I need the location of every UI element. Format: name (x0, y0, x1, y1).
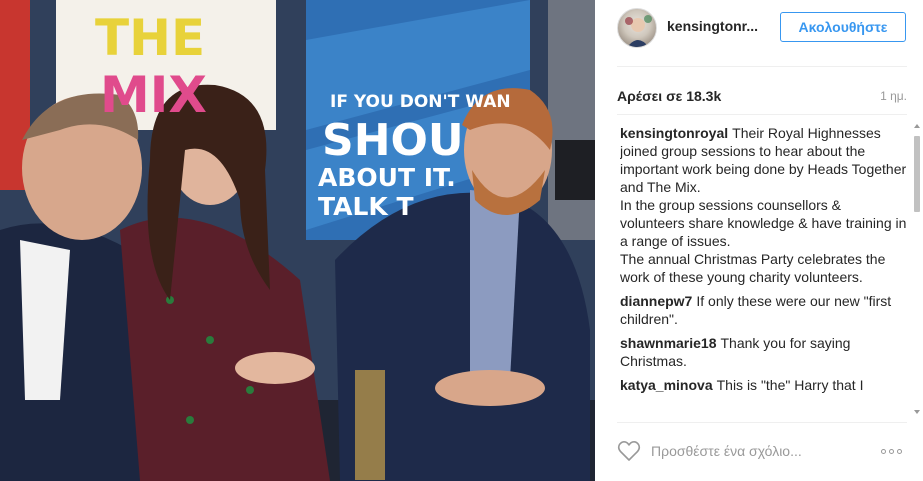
dot (889, 448, 894, 454)
list-item: diannepw7 If only these were our new "fir… (620, 292, 908, 328)
post-photo[interactable]: THE MIX IF YOU DON'T WAN SHOU ABOUT IT. … (0, 0, 595, 481)
post-author-username[interactable]: kensingtonr... (667, 18, 758, 34)
dot (897, 448, 902, 454)
comment-input[interactable] (651, 440, 871, 462)
dot (881, 448, 886, 454)
poster-left-line2: MIX (100, 66, 207, 124)
photo-scene: THE MIX IF YOU DON'T WAN SHOU ABOUT IT. … (0, 0, 595, 481)
avatar[interactable] (617, 8, 657, 48)
stats-divider (617, 114, 907, 115)
follow-button[interactable]: Ακολουθήστε (780, 12, 906, 42)
poster-right-line1: IF YOU DON'T WAN (330, 92, 511, 112)
comments-scrollbar[interactable] (914, 124, 920, 414)
header-divider (617, 66, 907, 67)
post-panel: kensingtonr... Ακολουθήστε Αρέσει σε 18.… (595, 0, 923, 481)
poster-right-line4: TALK T (318, 192, 414, 221)
comment-username[interactable]: diannepw7 (620, 293, 692, 309)
comment-username[interactable]: katya_minova (620, 377, 713, 393)
ellipsis-icon[interactable] (881, 442, 907, 460)
comments-list[interactable]: kensingtonroyal Their Royal Highnesses jo… (620, 124, 908, 416)
poster-right-line2: SHOU (322, 115, 464, 166)
comment-text: Their Royal Highnesses joined group sess… (620, 125, 907, 285)
comment-username[interactable]: kensingtonroyal (620, 125, 728, 141)
list-item: katya_minova This is "the" Harry that I (620, 376, 908, 394)
caption: kensingtonroyal Their Royal Highnesses jo… (620, 124, 908, 286)
poster-left-line1: THE (95, 9, 205, 67)
scroll-down-icon[interactable] (914, 410, 920, 414)
comment-text: This is "the" Harry that I (716, 377, 864, 393)
scroll-up-icon[interactable] (914, 124, 920, 128)
comment-username[interactable]: shawnmarie18 (620, 335, 717, 351)
likes-count[interactable]: Αρέσει σε 18.3k (617, 88, 721, 104)
post-timestamp[interactable]: 1 ημ. (880, 89, 907, 103)
footer-divider (617, 422, 907, 423)
scroll-thumb[interactable] (914, 136, 920, 212)
poster-right-line3: ABOUT IT. (318, 163, 456, 192)
post-header: kensingtonr... Ακολουθήστε (595, 0, 923, 66)
list-item: shawnmarie18 Thank you for saying Christm… (620, 334, 908, 370)
heart-outline-icon[interactable] (617, 440, 641, 462)
avatar-image (625, 15, 652, 47)
